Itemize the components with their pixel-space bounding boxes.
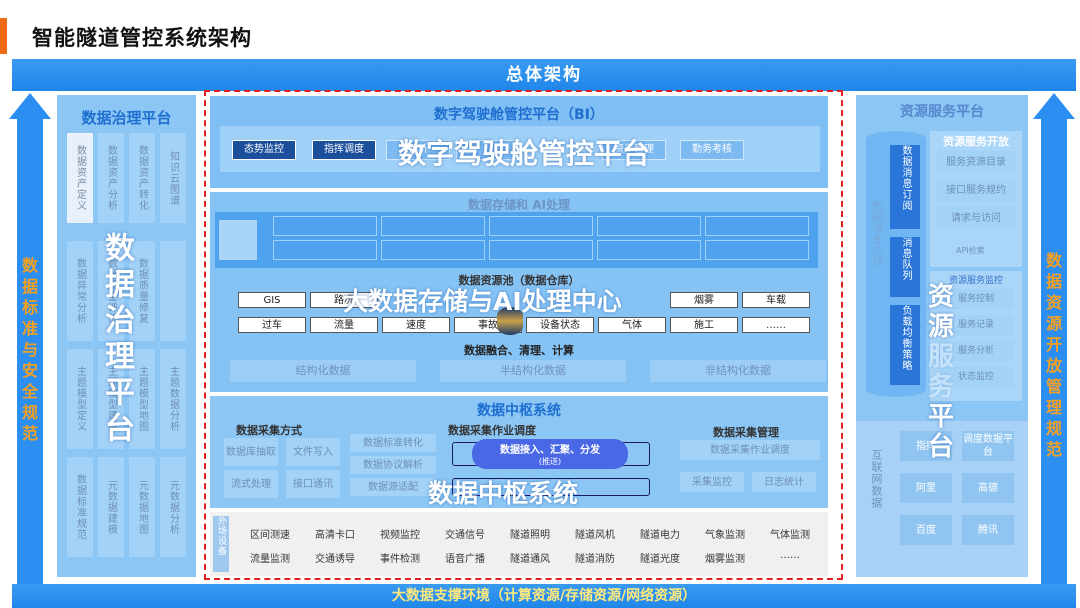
bus-label: 数据消息总线 (870, 201, 881, 267)
arrow-text-char: 全 (21, 382, 38, 401)
arrow-text-char: 管 (1045, 377, 1062, 396)
governance-cell: 数据资产定义 (67, 133, 93, 223)
arrow-text-char: 安 (21, 361, 38, 380)
arrow-text-char: 放 (1045, 356, 1062, 375)
bus-item: 数据消息订阅 (890, 145, 920, 229)
governance-cell: 知识云图谱 (160, 133, 186, 223)
arrow-text-char: 理 (1045, 398, 1062, 417)
left-arrow-text: 数据标准与安全规范 (20, 255, 40, 444)
right-arrow-text: 数据资源开放管理规范 (1044, 250, 1064, 460)
governance-title: 数据治理平台 (81, 109, 172, 127)
internet-item: 腾讯 (962, 515, 1014, 545)
arrow-text-char: 源 (1045, 314, 1062, 333)
governance-cell: 元数据地图 (129, 457, 155, 557)
governance-cell: 元数据建模 (98, 457, 124, 557)
arrow-text-char: 据 (21, 277, 38, 296)
arrow-text-char: 范 (1045, 440, 1062, 459)
message-bus-cylinder: 数据消息总线 数据消息订阅消息队列负载均衡策略 (866, 131, 926, 397)
big-data-support-bar: 大数据支撑环境（计算资源/存储资源/网络资源） (12, 584, 1076, 608)
arrow-text-char: 范 (21, 424, 38, 443)
title-accent-bar (0, 18, 7, 54)
governance-cell: 数据资产分析 (98, 133, 124, 223)
governance-cell (160, 241, 186, 341)
resource-overlay-char: 台 (928, 432, 955, 462)
service-open-box: 资源服务开放 服务资源目录 接口服务规约 请求与访问 API检索 (930, 131, 1022, 267)
arrow-text-char: 据 (1045, 272, 1062, 291)
arrow-text-char: 资 (1045, 293, 1062, 312)
service-open-item: 请求与访问 (936, 207, 1016, 229)
internet-item: 高德 (962, 473, 1014, 503)
arrow-head-icon (9, 93, 51, 119)
architecture-diagram: 智能隧道管控系统架构 总体架构 数据标准与安全规范 数据资源开放管理规范 数据治… (0, 0, 1080, 608)
governance-cell: 数据资产转化 (129, 133, 155, 223)
bus-item: 消息队列 (890, 237, 920, 297)
arrow-text-char: 开 (1045, 335, 1062, 354)
bus-item: 负载均衡策略 (890, 305, 920, 385)
governance-cell: 数据标准规范 (67, 457, 93, 557)
governance-overlay-text: 数据治理平台 (99, 232, 134, 448)
page-title: 智能隧道管控系统架构 (32, 26, 252, 50)
internet-item: 阿里 (900, 473, 952, 503)
governance-cell: 元数据分析 (160, 457, 186, 557)
api-label: API检索 (956, 246, 985, 255)
internet-item: 调度数据平台 (962, 431, 1014, 461)
service-open-item: 接口服务规约 (936, 179, 1016, 201)
arrow-text-char: 数 (21, 256, 38, 275)
internet-item: 百度 (900, 515, 952, 545)
service-open-title: 资源服务开放 (943, 135, 1009, 148)
arrow-text-char: 数 (1045, 251, 1062, 270)
arrow-text-char: 标 (21, 298, 38, 317)
resource-overlay-text: 资源服务平台 (928, 276, 968, 466)
internet-label: 互联网数据 (870, 449, 883, 509)
governance-cell: 主题数据分析 (160, 349, 186, 449)
arrow-head-icon (1033, 93, 1075, 119)
resource-title: 资源服务平台 (900, 104, 984, 120)
service-open-item: 服务资源目录 (936, 151, 1016, 173)
overall-architecture-bar: 总体架构 (12, 59, 1076, 91)
governance-cell: 主题模型定义 (67, 349, 93, 449)
core-platform-dashed-frame (204, 90, 843, 580)
arrow-text-char: 与 (21, 340, 38, 359)
governance-cell: 数据异常分析 (67, 241, 93, 341)
arrow-text-char: 规 (1045, 419, 1062, 438)
arrow-text-char: 准 (21, 319, 38, 338)
arrow-text-char: 规 (21, 403, 38, 422)
